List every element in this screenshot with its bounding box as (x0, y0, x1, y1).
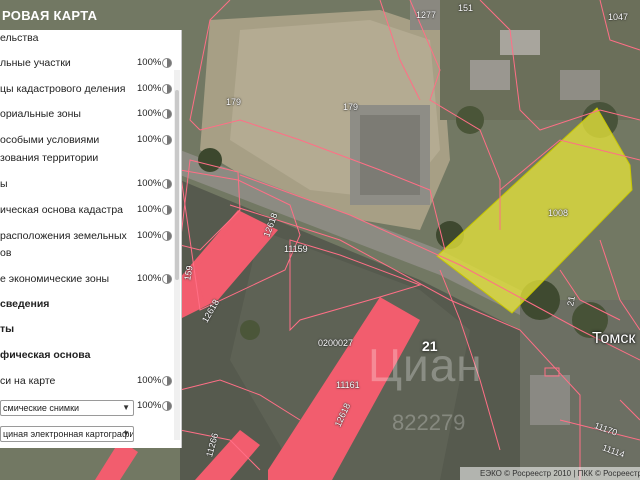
layer-label: ориальные зоны (0, 108, 81, 120)
chevron-down-icon: ▼ (122, 429, 130, 438)
parcel-number-label: 11159 (284, 244, 308, 254)
basemap-select-value: циная электронная картографи (3, 429, 134, 439)
building-number-label: 11161 (336, 380, 360, 390)
parcel-number-label: 179 (226, 97, 242, 107)
opacity-value: 100% (137, 57, 162, 68)
opacity-value: 100% (137, 273, 162, 284)
opacity-value: 100% (137, 400, 162, 411)
map-header: РОВАЯ КАРТА (0, 0, 640, 30)
page-title: РОВАЯ КАРТА (2, 8, 98, 23)
opacity-icon[interactable] (162, 179, 172, 189)
layer-label: особыми условиями (0, 134, 100, 146)
opacity-icon[interactable] (162, 109, 172, 119)
opacity-value: 100% (137, 108, 162, 119)
attribution: ЕЭКО © Росреестр 2010 | ПКК © Росреестр (460, 467, 640, 480)
layer-label: ельства (0, 32, 39, 44)
opacity-icon[interactable] (162, 205, 172, 215)
parcel-number-label: 21 (565, 295, 577, 307)
opacity-icon[interactable] (162, 401, 172, 411)
panel-scrollbar-thumb[interactable] (175, 90, 179, 280)
layer-label: е экономические зоны (0, 273, 110, 285)
opacity-icon[interactable] (162, 58, 172, 68)
layer-label: зования территории (0, 152, 99, 164)
layers-panel: ельства льные участки 100% цы кадастрово… (0, 30, 182, 448)
imagery-select[interactable]: смические снимки ▼ (0, 400, 134, 416)
opacity-icon[interactable] (162, 274, 172, 284)
quarter-number-label: 0200027 (318, 338, 354, 348)
layer-label: ическая основа кадастра (0, 204, 124, 216)
watermark: Циан (368, 339, 483, 391)
opacity-value: 100% (137, 134, 162, 145)
layer-label: расположения земельных (0, 230, 127, 242)
layer-label: льные участки (0, 57, 71, 69)
watermark-number: 822279 (392, 410, 466, 435)
opacity-icon[interactable] (162, 376, 172, 386)
opacity-value: 100% (137, 178, 162, 189)
parcel-number-label: 179 (343, 102, 359, 112)
layer-group-label: фическая основа (0, 349, 91, 361)
opacity-icon[interactable] (162, 135, 172, 145)
layer-label: ов (0, 247, 12, 259)
chevron-down-icon: ▼ (122, 403, 130, 412)
opacity-icon[interactable] (162, 84, 172, 94)
opacity-value: 100% (137, 375, 162, 386)
opacity-value: 100% (137, 83, 162, 94)
basemap-select[interactable]: циная электронная картографи ▼ (0, 426, 134, 442)
imagery-select-value: смические снимки (3, 403, 80, 413)
layer-group-label: сведения (0, 298, 50, 310)
selected-parcel-number: 1008 (548, 208, 569, 218)
opacity-icon[interactable] (162, 231, 172, 241)
layer-label: си на карте (0, 375, 56, 387)
city-name-label: Томск (592, 330, 636, 347)
layer-label: ы (0, 178, 8, 190)
layer-label: цы кадастрового деления (0, 83, 126, 95)
opacity-value: 100% (137, 204, 162, 215)
opacity-value: 100% (137, 230, 162, 241)
layer-group-label: ты (0, 323, 15, 335)
